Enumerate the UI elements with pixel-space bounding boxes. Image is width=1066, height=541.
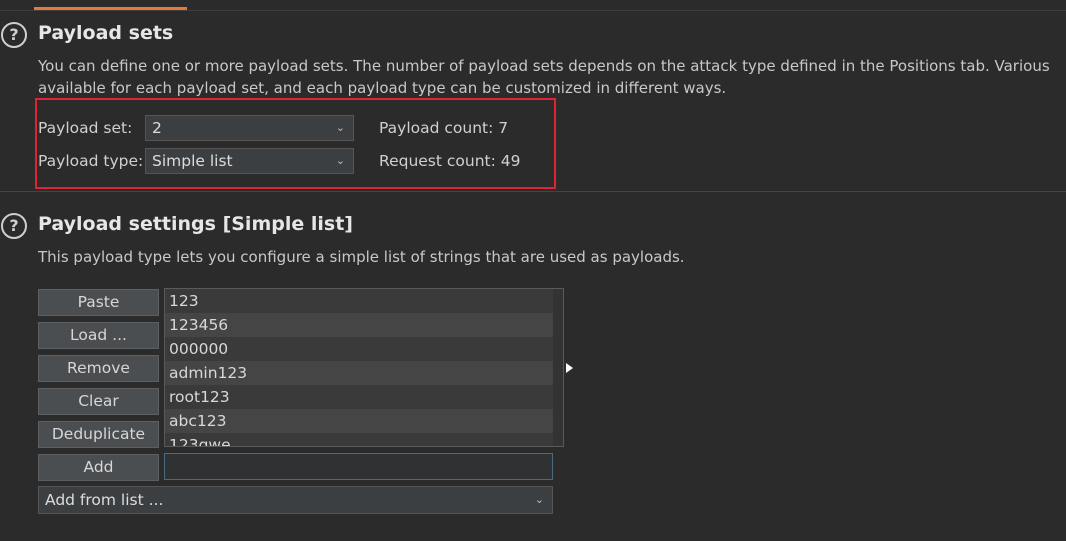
payload-sets-title: Payload sets xyxy=(38,22,174,44)
chevron-down-icon: ⌄ xyxy=(534,493,544,506)
payload-settings-description: This payload type lets you configure a s… xyxy=(38,248,685,266)
list-item[interactable]: root123 xyxy=(165,385,553,409)
deduplicate-button[interactable]: Deduplicate xyxy=(38,421,159,448)
help-icon[interactable]: ? xyxy=(1,213,27,239)
add-item-input[interactable] xyxy=(164,453,553,480)
payload-sets-description-line2: available for each payload set, and each… xyxy=(38,79,727,97)
remove-button[interactable]: Remove xyxy=(38,355,159,382)
add-button[interactable]: Add xyxy=(38,454,159,481)
list-item[interactable]: 123 xyxy=(165,289,553,313)
add-from-list-select[interactable]: Add from list ... ⌄ xyxy=(38,486,553,514)
list-item[interactable]: abc123 xyxy=(165,409,553,433)
add-from-list-label: Add from list ... xyxy=(45,491,164,509)
highlight-annotation-box xyxy=(35,98,556,189)
list-item[interactable]: 000000 xyxy=(165,337,553,361)
expand-caret-icon[interactable] xyxy=(566,363,573,373)
load-button[interactable]: Load ... xyxy=(38,322,159,349)
payload-settings-title: Payload settings [Simple list] xyxy=(38,213,353,235)
list-item[interactable]: admin123 xyxy=(165,361,553,385)
help-icon[interactable]: ? xyxy=(1,22,27,48)
active-tab-indicator xyxy=(34,7,187,10)
payload-sets-description-line1: You can define one or more payload sets.… xyxy=(38,57,1050,75)
paste-button[interactable]: Paste xyxy=(38,289,159,316)
section-divider xyxy=(0,191,1066,192)
list-item[interactable]: 123qwe xyxy=(165,433,553,446)
list-scrollbar[interactable] xyxy=(553,289,563,446)
list-item[interactable]: 123456 xyxy=(165,313,553,337)
clear-button[interactable]: Clear xyxy=(38,388,159,415)
payload-list[interactable]: 123 123456 000000 admin123 root123 abc12… xyxy=(164,288,564,447)
